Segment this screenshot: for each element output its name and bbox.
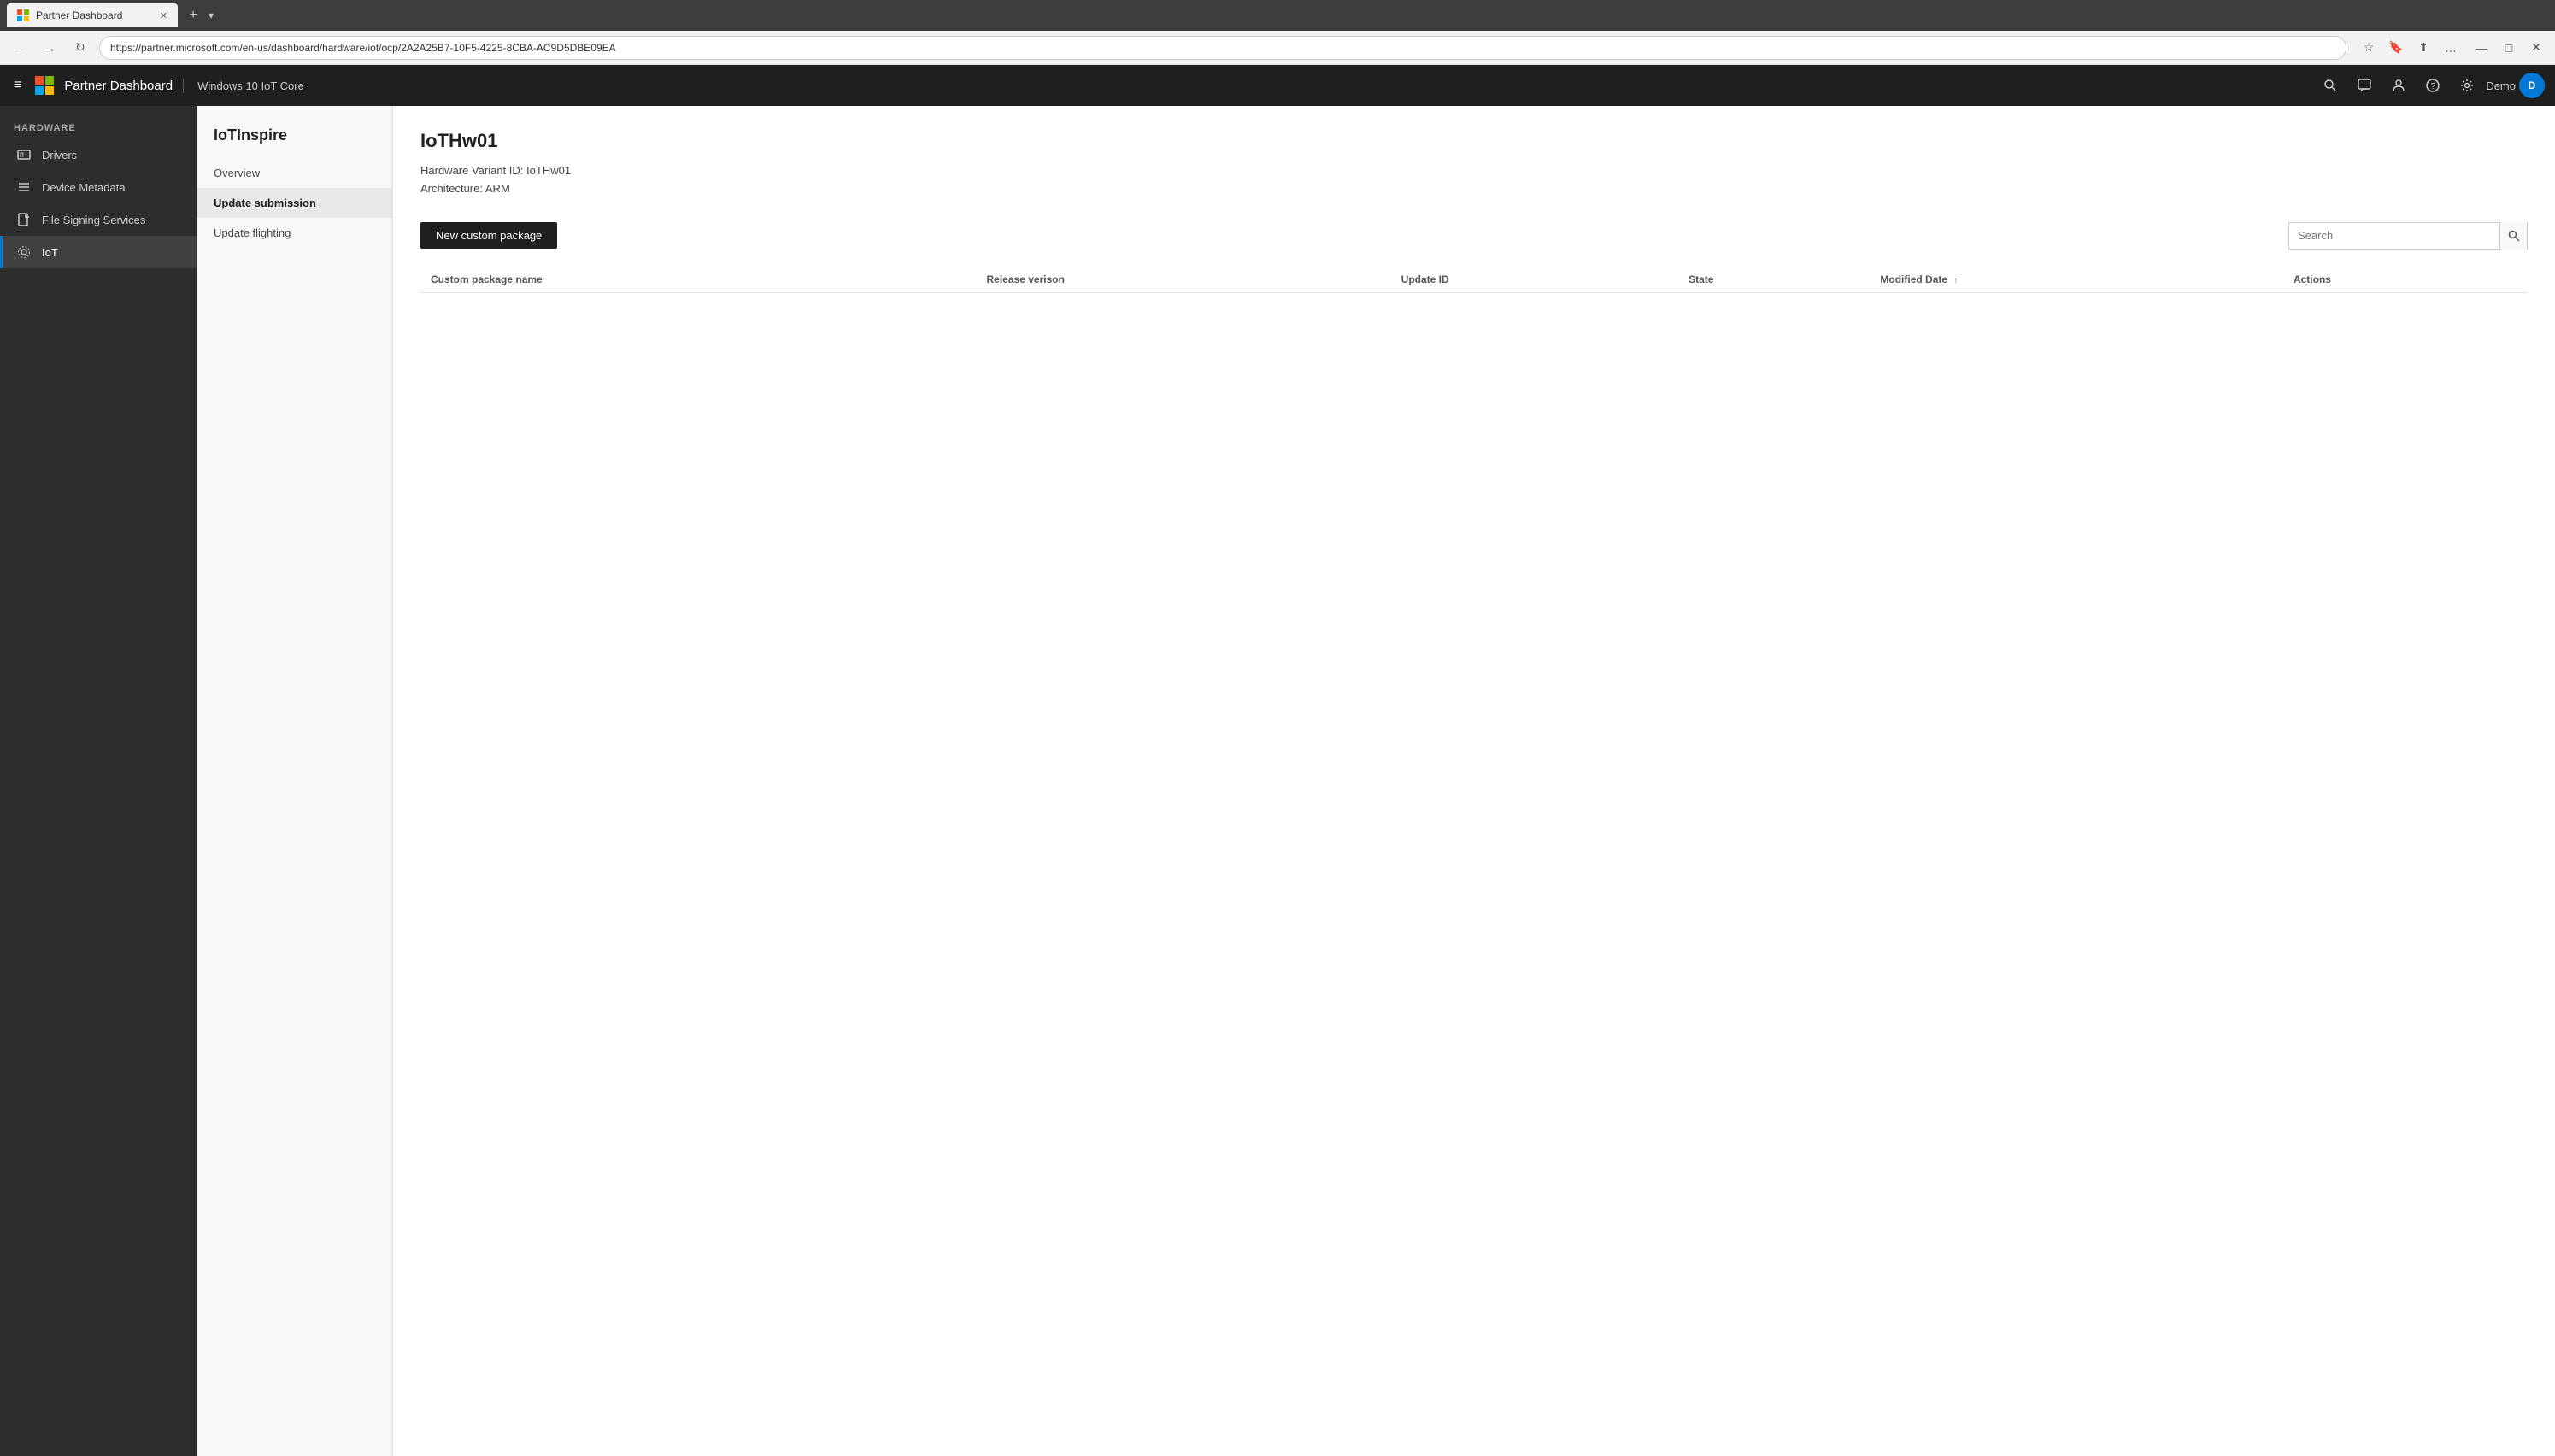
architecture: Architecture: ARM <box>420 180 2528 198</box>
forward-button[interactable]: → <box>38 36 62 60</box>
file-signing-icon <box>16 212 32 227</box>
sub-nav-update-submission-label: Update submission <box>214 197 316 209</box>
col-modified-date[interactable]: Modified Date ↑ <box>1870 267 2283 293</box>
help-icon-button[interactable]: ? <box>2417 70 2448 101</box>
active-tab[interactable]: Partner Dashboard ✕ <box>7 3 178 27</box>
sidebar-item-drivers-label: Drivers <box>42 149 77 161</box>
table-header: Custom package name Release verison Upda… <box>420 267 2528 293</box>
page-meta: Hardware Variant ID: IoTHw01 Architectur… <box>420 162 2528 198</box>
sidebar-item-iot[interactable]: IoT <box>0 236 197 268</box>
col-state: State <box>1678 267 1870 293</box>
top-nav-icons: ? Demo D <box>2315 70 2545 101</box>
sub-nav-overview[interactable]: Overview <box>197 158 392 188</box>
col-state-label: State <box>1689 273 1713 285</box>
ms-logo-red <box>35 76 44 85</box>
col-custom-package-name: Custom package name <box>420 267 977 293</box>
address-field[interactable]: https://partner.microsoft.com/en-us/dash… <box>99 36 2346 60</box>
sub-nav-title: IoTInspire <box>197 120 392 158</box>
drivers-icon <box>16 147 32 162</box>
hamburger-menu-button[interactable]: ≡ <box>10 74 25 97</box>
address-bar-row: ← → ↻ https://partner.microsoft.com/en-u… <box>0 31 2555 65</box>
user-name[interactable]: Demo <box>2486 79 2516 92</box>
col-release-version-label: Release verison <box>987 273 1065 285</box>
new-custom-package-button[interactable]: New custom package <box>420 222 557 249</box>
people-icon-button[interactable] <box>2383 70 2414 101</box>
iot-icon <box>16 244 32 260</box>
page-content: IoTHw01 Hardware Variant ID: IoTHw01 Arc… <box>393 106 2555 1456</box>
address-url: https://partner.microsoft.com/en-us/dash… <box>110 42 616 54</box>
tab-favicon <box>17 9 29 21</box>
tab-title: Partner Dashboard <box>36 9 122 21</box>
top-nav: ≡ Partner Dashboard Windows 10 IoT Core <box>0 65 2555 106</box>
page-title: IoTHw01 <box>420 130 2528 152</box>
sidebar-item-iot-label: IoT <box>42 246 58 259</box>
sidebar-item-file-signing[interactable]: File Signing Services <box>0 203 197 236</box>
more-button[interactable]: … <box>2439 36 2463 60</box>
hardware-variant-id: Hardware Variant ID: IoTHw01 <box>420 162 2528 180</box>
ms-logo-green <box>45 76 54 85</box>
tab-close-button[interactable]: ✕ <box>160 10 167 21</box>
main-area: HARDWARE Drivers Device Metadata File Si… <box>0 106 2555 1456</box>
user-avatar[interactable]: D <box>2519 73 2545 98</box>
window-close-button[interactable]: ✕ <box>2524 36 2548 60</box>
table-header-row: Custom package name Release verison Upda… <box>420 267 2528 293</box>
search-box <box>2288 222 2528 250</box>
sidebar-item-device-metadata[interactable]: Device Metadata <box>0 171 197 203</box>
col-update-id: Update ID <box>1391 267 1678 293</box>
browser-tab-bar: Partner Dashboard ✕ + ▾ <box>0 0 2555 31</box>
ms-logo-blue <box>35 86 44 95</box>
col-release-version: Release verison <box>977 267 1391 293</box>
device-metadata-icon <box>16 179 32 195</box>
sidebar-item-device-metadata-label: Device Metadata <box>42 181 126 194</box>
architecture-label: Architecture: <box>420 182 483 195</box>
toolbar-row: New custom package <box>420 222 2528 250</box>
col-update-id-label: Update ID <box>1401 273 1449 285</box>
left-sidebar: HARDWARE Drivers Device Metadata File Si… <box>0 106 197 1456</box>
ms-logo-yellow <box>45 86 54 95</box>
chat-icon-button[interactable] <box>2349 70 2380 101</box>
ms-logo <box>35 76 54 95</box>
app-title: Partner Dashboard <box>64 79 184 93</box>
hardware-variant-id-value: IoTHw01 <box>526 164 571 177</box>
share-button[interactable]: ⬆ <box>2411 36 2435 60</box>
col-actions-label: Actions <box>2294 273 2331 285</box>
col-custom-package-name-label: Custom package name <box>431 273 543 285</box>
minimize-button[interactable]: — <box>2470 36 2493 60</box>
sidebar-item-file-signing-label: File Signing Services <box>42 214 145 226</box>
col-modified-date-label: Modified Date <box>1880 273 1947 285</box>
app-subtitle: Windows 10 IoT Core <box>197 79 304 92</box>
bookmark-button[interactable]: 🔖 <box>2384 36 2408 60</box>
architecture-value: ARM <box>485 182 510 195</box>
svg-text:?: ? <box>2431 82 2436 91</box>
new-tab-button[interactable]: + <box>181 3 205 27</box>
search-input[interactable] <box>2289 229 2499 242</box>
sub-nav-update-submission[interactable]: Update submission <box>197 188 392 218</box>
sub-nav: IoTInspire Overview Update submission Up… <box>197 106 393 1456</box>
data-table: Custom package name Release verison Upda… <box>420 267 2528 293</box>
sidebar-item-drivers[interactable]: Drivers <box>0 138 197 171</box>
app-shell: ≡ Partner Dashboard Windows 10 IoT Core <box>0 65 2555 1456</box>
search-icon-button[interactable] <box>2315 70 2346 101</box>
sidebar-section-hardware: HARDWARE <box>0 113 197 138</box>
back-button[interactable]: ← <box>7 36 31 60</box>
sub-nav-update-flighting-label: Update flighting <box>214 226 291 239</box>
settings-icon-button[interactable] <box>2452 70 2482 101</box>
tab-dropdown-button[interactable]: ▾ <box>209 9 214 21</box>
sub-nav-overview-label: Overview <box>214 167 260 179</box>
col-actions: Actions <box>2283 267 2528 293</box>
browser-toolbar: ☆ 🔖 ⬆ … <box>2357 36 2463 60</box>
maximize-button[interactable]: □ <box>2497 36 2521 60</box>
sub-nav-update-flighting[interactable]: Update flighting <box>197 218 392 248</box>
star-button[interactable]: ☆ <box>2357 36 2381 60</box>
hardware-variant-id-label: Hardware Variant ID: <box>420 164 523 177</box>
search-button[interactable] <box>2499 222 2527 250</box>
refresh-button[interactable]: ↻ <box>68 36 92 60</box>
sort-arrow-modified-date: ↑ <box>1953 276 1958 285</box>
